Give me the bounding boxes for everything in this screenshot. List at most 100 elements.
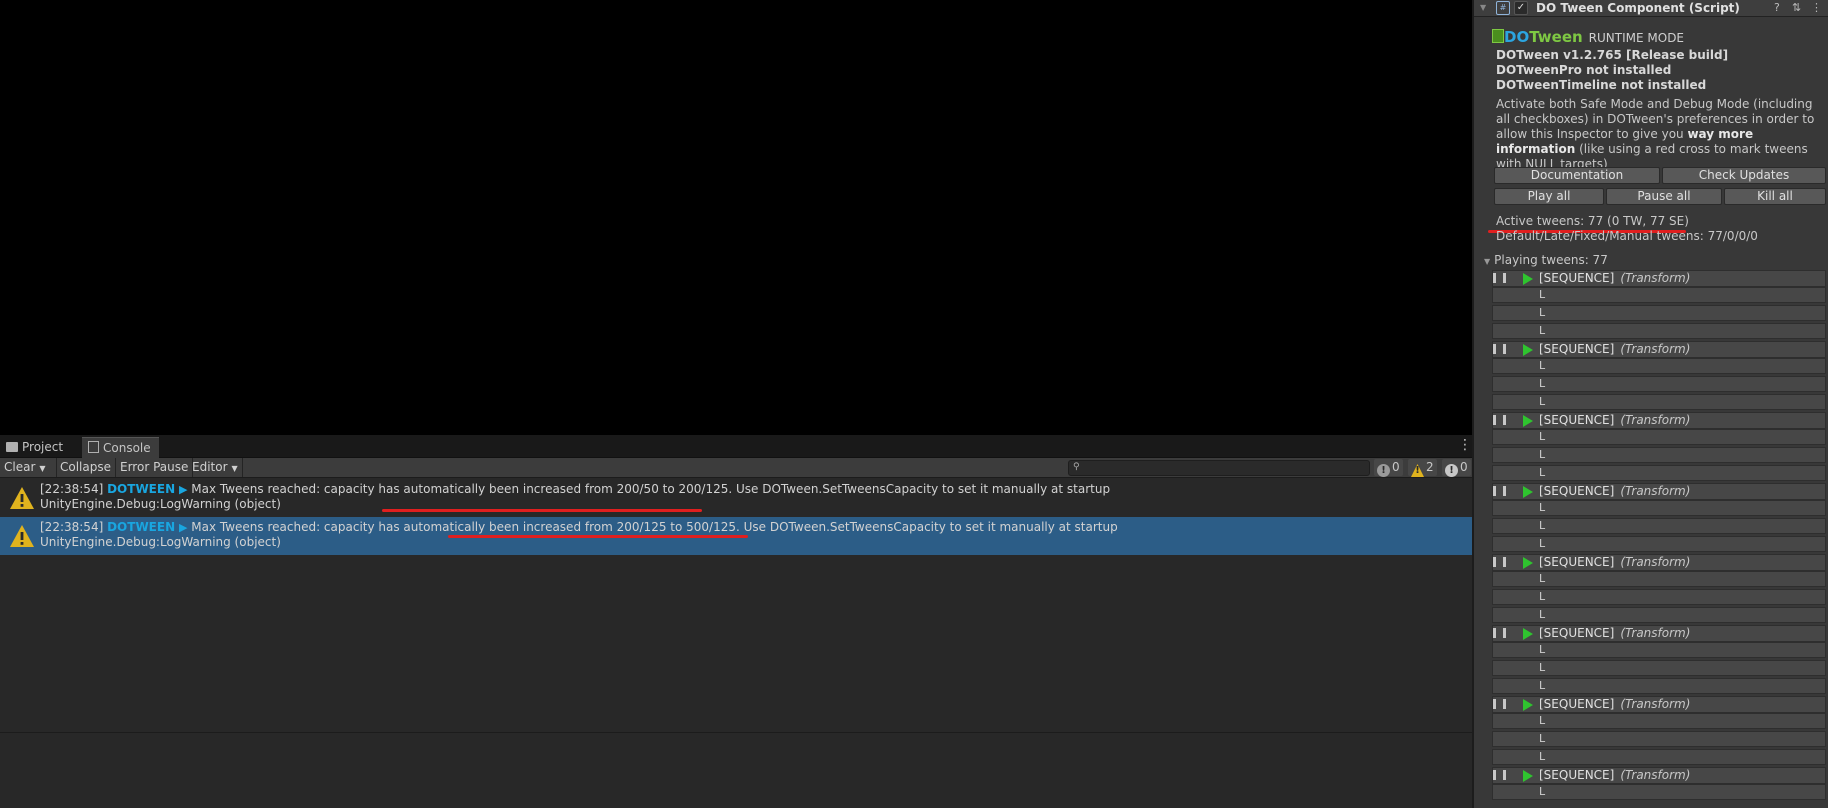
message-line-2: UnityEngine.Debug:LogWarning (object) [40,535,281,549]
more-options-icon[interactable]: ⋮ [1458,438,1472,452]
play-icon[interactable] [1523,273,1533,285]
play-all-button[interactable]: Play all [1494,188,1604,205]
pause-icon[interactable] [1503,628,1506,638]
warning-count-badge[interactable]: ! 2 [1408,459,1437,477]
warning-icon [10,525,34,547]
pause-icon[interactable] [1503,415,1506,425]
pause-icon[interactable] [1493,628,1496,638]
message-tag: DOTWEEN [107,482,176,496]
error-pause-button[interactable]: Error Pause [116,458,194,477]
pause-icon[interactable] [1493,344,1496,354]
pause-icon[interactable] [1503,699,1506,709]
message-line-2: UnityEngine.Debug:LogWarning (object) [40,497,281,511]
pause-icon[interactable] [1493,486,1496,496]
enabled-checkbox[interactable]: ✓ [1514,1,1528,15]
console-icon [88,441,99,453]
info-count-badge[interactable]: ! 0 [1374,459,1403,477]
play-icon[interactable] [1523,557,1533,569]
message-tag: DOTWEEN [107,520,176,534]
sequence-label: [SEQUENCE] (Transform) [1539,342,1690,357]
console-message-selected[interactable]: [22:38:54] DOTWEEN ▶ Max Tweens reached:… [0,517,1472,555]
foldout-icon: ▼ [1484,257,1491,266]
component-header[interactable]: ▼ # ✓ DO Tween Component (Script) ? ⇅ ⋮ [1474,0,1828,17]
inspector-panel: ▼ # ✓ DO Tween Component (Script) ? ⇅ ⋮ … [1472,0,1828,808]
pause-icon[interactable] [1493,415,1496,425]
pause-icon[interactable] [1493,557,1496,567]
error-count-badge[interactable]: ! 0 [1442,459,1471,477]
game-view [0,0,1472,435]
play-icon[interactable] [1523,415,1533,427]
sequence-row[interactable]: [SEQUENCE] (Transform) [1492,625,1826,642]
child-indent-glyph: L [1539,750,1546,763]
play-icon[interactable] [1523,770,1533,782]
sequence-row[interactable]: [SEQUENCE] (Transform) [1492,696,1826,713]
documentation-button[interactable]: Documentation [1494,167,1660,184]
warning-count: 2 [1426,460,1434,474]
pause-icon[interactable] [1493,699,1496,709]
play-icon[interactable] [1523,699,1533,711]
sequence-target: (Transform) [1620,555,1691,569]
sequence-row[interactable]: [SEQUENCE] (Transform) [1492,412,1826,429]
pause-icon[interactable] [1503,557,1506,567]
child-indent-glyph: L [1539,537,1546,550]
timeline-status-label: DOTweenTimeline not installed [1496,78,1707,92]
child-indent-glyph: L [1539,519,1546,532]
more-options-icon[interactable]: ⋮ [1811,1,1822,14]
update-types-label: Default/Late/Fixed/Manual tweens: 77/0/0… [1496,229,1758,243]
sequence-row[interactable]: [SEQUENCE] (Transform) [1492,341,1826,358]
kill-all-button[interactable]: Kill all [1724,188,1826,205]
sequence-row[interactable]: [SEQUENCE] (Transform) [1492,270,1826,287]
error-icon: ! [1445,464,1458,477]
play-icon[interactable] [1523,344,1533,356]
sequence-row[interactable]: [SEQUENCE] (Transform) [1492,554,1826,571]
child-indent-glyph: L [1539,306,1546,319]
pause-icon[interactable] [1503,344,1506,354]
console-toolbar: Clear ▼ Collapse Error Pause Editor ▼ ⚲ ! 0… [0,458,1472,478]
preset-icon[interactable]: ⇅ [1792,1,1801,14]
chevron-down-icon[interactable]: ▼ [39,464,45,473]
sequence-row[interactable]: [SEQUENCE] (Transform) [1492,767,1826,784]
tab-console[interactable]: Console [82,437,159,458]
pause-icon[interactable] [1503,486,1506,496]
sequence-label: [SEQUENCE] (Transform) [1539,484,1690,499]
sequence-type: [SEQUENCE] [1539,413,1615,427]
child-indent-glyph: L [1539,288,1546,301]
sequence-target: (Transform) [1620,768,1691,782]
child-indent-glyph: L [1539,661,1546,674]
child-indent-glyph: L [1539,501,1546,514]
pause-icon[interactable] [1503,770,1506,780]
child-indent-glyph: L [1539,448,1546,461]
sequence-child-row: L [1492,323,1826,339]
check-updates-button[interactable]: Check Updates [1662,167,1826,184]
console-message[interactable]: [22:38:54] DOTWEEN ▶ Max Tweens reached:… [0,479,1472,517]
active-tweens-label: Active tweens: 77 (0 TW, 77 SE) [1496,214,1689,228]
sequence-target: (Transform) [1620,626,1691,640]
sequence-row[interactable]: [SEQUENCE] (Transform) [1492,483,1826,500]
sequence-label: [SEQUENCE] (Transform) [1539,626,1690,641]
logo-icon [1492,29,1504,43]
sequence-child-row: L [1492,358,1826,374]
pause-all-button[interactable]: Pause all [1606,188,1722,205]
desc-text: Activate both Safe Mode and Debug Mode (… [1496,97,1815,141]
sequence-label: [SEQUENCE] (Transform) [1539,271,1690,286]
sequence-child-row: L [1492,465,1826,481]
clear-label: Clear [4,460,36,474]
sequence-child-row: L [1492,394,1826,410]
pause-icon[interactable] [1493,273,1496,283]
tab-project-label: Project [22,440,64,454]
clear-button[interactable]: Clear ▼ [0,458,57,477]
foldout-icon[interactable]: ▼ [1480,3,1486,12]
dotween-logo: DOTween RUNTIME MODE [1492,28,1684,46]
editor-dropdown[interactable]: Editor ▼ [188,458,243,477]
message-text: Max Tweens reached: capacity has automat… [191,520,1118,534]
pause-icon[interactable] [1503,273,1506,283]
play-icon[interactable] [1523,628,1533,640]
playing-tweens-foldout[interactable]: ▼ Playing tweens: 77 [1484,253,1608,267]
collapse-button[interactable]: Collapse [56,458,116,477]
help-icon[interactable]: ? [1774,1,1780,14]
pause-icon[interactable] [1493,770,1496,780]
search-input[interactable]: ⚲ [1068,460,1370,476]
console-panel: Project Console ⋮ Clear ▼ Collapse Error … [0,435,1472,808]
tab-project[interactable]: Project [0,437,71,457]
play-icon[interactable] [1523,486,1533,498]
